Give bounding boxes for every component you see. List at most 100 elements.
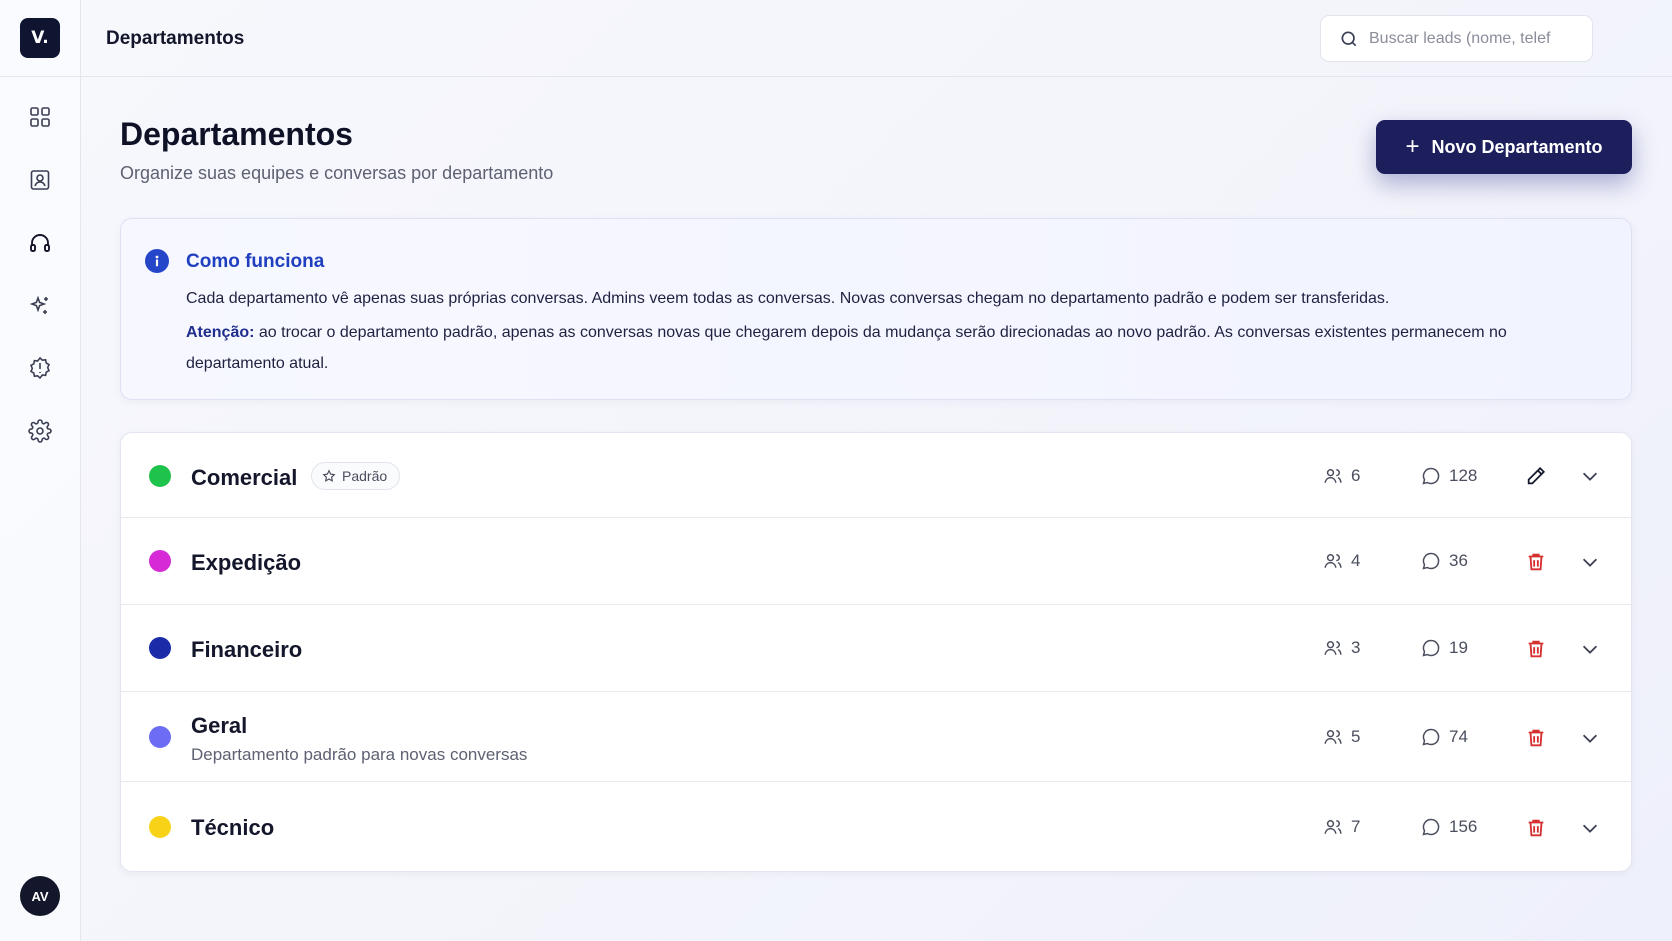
- attention-label: Atenção:: [186, 324, 255, 341]
- chevron-down-icon: [1582, 824, 1598, 833]
- sidebar: V. AV: [0, 0, 81, 941]
- members-count: 4: [1323, 551, 1360, 571]
- department-color-dot: [149, 637, 171, 659]
- new-department-button[interactable]: + Novo Departamento: [1376, 120, 1632, 174]
- app-logo[interactable]: V.: [20, 18, 60, 58]
- department-name: Financeiro: [191, 637, 303, 662]
- new-department-label: Novo Departamento: [1431, 136, 1603, 157]
- sidebar-divider: [0, 76, 81, 77]
- delete-button[interactable]: [1523, 636, 1549, 662]
- delete-button[interactable]: [1523, 549, 1549, 575]
- info-icon: [145, 249, 169, 273]
- conversations-count: 74: [1421, 727, 1468, 747]
- trash-icon: [1528, 553, 1544, 571]
- department-color-dot: [149, 726, 171, 748]
- delete-button[interactable]: [1523, 725, 1549, 751]
- info-attention: Atenção: ao trocar o departamento padrão…: [186, 317, 1606, 379]
- users-icon: [1324, 554, 1342, 568]
- members-value: 4: [1351, 551, 1361, 570]
- info-glyph: [155, 255, 159, 267]
- sparkles-icon: [29, 295, 48, 314]
- nav-settings[interactable]: [24, 415, 56, 447]
- delete-button[interactable]: [1523, 815, 1549, 841]
- chat-bubble-icon: [1422, 467, 1440, 485]
- department-name: Técnico: [191, 815, 275, 840]
- conversations-value: 156: [1449, 817, 1478, 836]
- expand-button[interactable]: [1577, 463, 1603, 489]
- expand-button[interactable]: [1577, 636, 1603, 662]
- top-bar: Departamentos: [81, 0, 1672, 77]
- department-row[interactable]: Comercial Padrão 6 128: [121, 433, 1631, 518]
- conversations-value: 74: [1449, 727, 1468, 746]
- info-title: Como funciona: [186, 251, 325, 272]
- conversations-value: 19: [1449, 638, 1468, 657]
- gear-icon: [28, 419, 52, 443]
- members-value: 7: [1351, 817, 1361, 836]
- attention-text: ao trocar o departamento padrão, apenas …: [186, 324, 1507, 372]
- department-name: Geral: [191, 713, 248, 738]
- department-list: Comercial Padrão 6 128 Expedição 4 36 Fi…: [120, 432, 1632, 872]
- department-row[interactable]: Técnico 7 156: [121, 782, 1631, 871]
- chat-bubble-icon: [1422, 639, 1440, 657]
- nav-contacts[interactable]: [24, 164, 56, 196]
- department-row[interactable]: Expedição 4 36: [121, 518, 1631, 605]
- expand-button[interactable]: [1577, 815, 1603, 841]
- page-subtitle: Organize suas equipes e conversas por de…: [120, 163, 554, 183]
- department-color-dot: [149, 550, 171, 572]
- conversations-count: 36: [1421, 551, 1468, 571]
- info-box: Como funciona Cada departamento vê apena…: [120, 218, 1632, 400]
- department-row[interactable]: Geral Departamento padrão para novas con…: [121, 692, 1631, 782]
- default-badge-label: Padrão: [342, 468, 388, 484]
- chevron-down-icon: [1582, 645, 1598, 654]
- department-row[interactable]: Financeiro 3 19: [121, 605, 1631, 692]
- users-icon: [1324, 641, 1342, 655]
- nav-dashboard[interactable]: [24, 101, 56, 133]
- nav-ai[interactable]: [24, 290, 56, 322]
- users-icon: [1324, 820, 1342, 834]
- members-count: 7: [1323, 817, 1360, 837]
- chevron-down-icon: [1582, 472, 1598, 481]
- chevron-down-icon: [1582, 558, 1598, 567]
- users-icon: [1324, 469, 1342, 483]
- conversations-count: 156: [1421, 817, 1477, 837]
- badge-icon: [29, 356, 51, 380]
- members-value: 3: [1351, 638, 1361, 657]
- pencil-icon: [1527, 466, 1546, 485]
- members-value: 5: [1351, 727, 1361, 746]
- members-count: 5: [1323, 727, 1360, 747]
- department-color-dot: [149, 465, 171, 487]
- default-badge: Padrão: [311, 462, 401, 490]
- search-box[interactable]: [1320, 15, 1593, 62]
- trash-icon: [1528, 640, 1544, 658]
- nav-support[interactable]: [24, 227, 56, 259]
- department-name: Comercial: [191, 465, 298, 490]
- trash-icon: [1528, 729, 1544, 747]
- conversations-count: 128: [1421, 466, 1477, 486]
- avatar[interactable]: AV: [20, 876, 60, 916]
- users-icon: [1324, 730, 1342, 744]
- chat-bubble-icon: [1422, 552, 1440, 570]
- expand-button[interactable]: [1577, 549, 1603, 575]
- search-icon: [1341, 31, 1357, 46]
- header-title: Departamentos: [106, 28, 245, 49]
- headset-icon: [30, 234, 50, 252]
- expand-button[interactable]: [1577, 725, 1603, 751]
- plus-icon: +: [1405, 133, 1420, 160]
- info-text: Cada departamento vê apenas suas própria…: [186, 290, 1390, 307]
- star-icon: [322, 469, 336, 482]
- page-title: Departamentos: [120, 116, 353, 152]
- nav-badge[interactable]: [24, 352, 56, 384]
- conversations-value: 128: [1449, 466, 1478, 485]
- chat-bubble-icon: [1422, 728, 1440, 746]
- trash-icon: [1528, 819, 1544, 837]
- department-name: Expedição: [191, 550, 302, 575]
- contacts-icon: [30, 170, 50, 190]
- search-input[interactable]: [1369, 29, 1579, 48]
- members-count: 3: [1323, 638, 1360, 658]
- members-count: 6: [1323, 466, 1360, 486]
- members-value: 6: [1351, 466, 1361, 485]
- grid-icon: [30, 107, 50, 127]
- chevron-down-icon: [1582, 734, 1598, 743]
- conversations-count: 19: [1421, 638, 1468, 658]
- edit-button[interactable]: [1523, 463, 1549, 489]
